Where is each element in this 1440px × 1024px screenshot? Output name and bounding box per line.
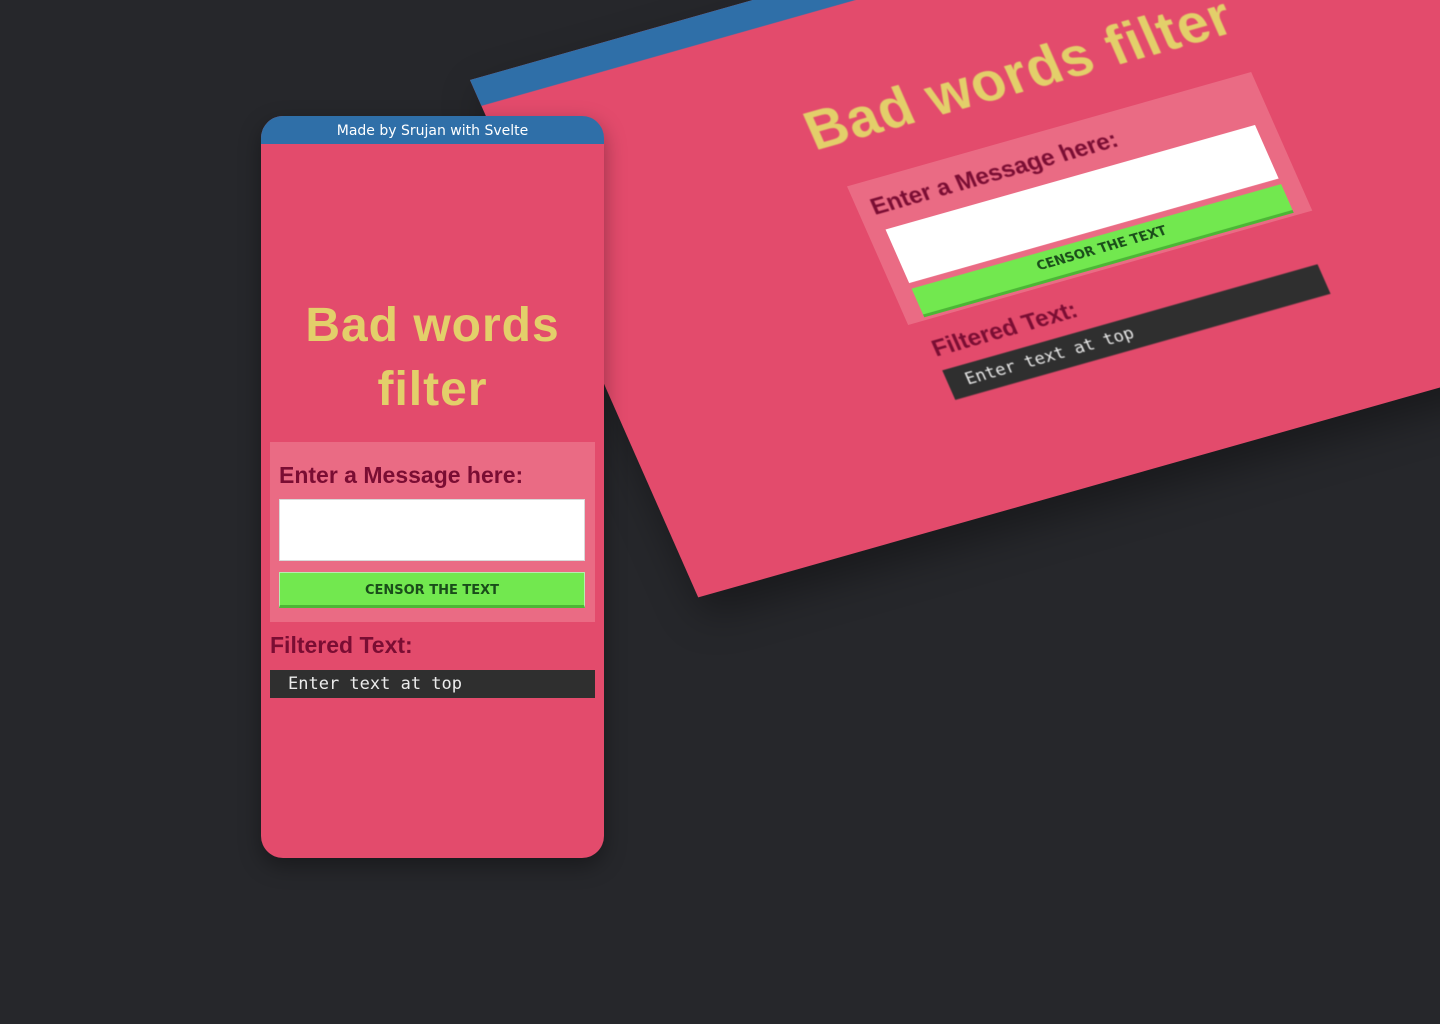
censor-button[interactable]: CENSOR THE TEXT	[279, 572, 585, 608]
desktop-preview: Made by Srujan with Svelte Bad words fil…	[470, 0, 1440, 598]
input-card: Enter a Message here: CENSOR THE TEXT	[270, 442, 595, 622]
credit-bar: Made by Srujan with Svelte	[261, 116, 604, 144]
page-title-line-2: filter	[377, 363, 488, 416]
filtered-text-output: Enter text at top	[270, 670, 595, 698]
message-label: Enter a Message here:	[279, 462, 524, 488]
page-title: Bad words filter	[261, 294, 604, 422]
filtered-text-label: Filtered Text:	[270, 632, 413, 658]
page-title-line-1: Bad words	[305, 299, 560, 352]
showcase-stage: Made by Srujan with Svelte Bad words fil…	[0, 0, 1440, 1024]
mobile-preview: Made by Srujan with Svelte Bad words fil…	[261, 116, 604, 858]
message-input[interactable]	[279, 499, 585, 561]
